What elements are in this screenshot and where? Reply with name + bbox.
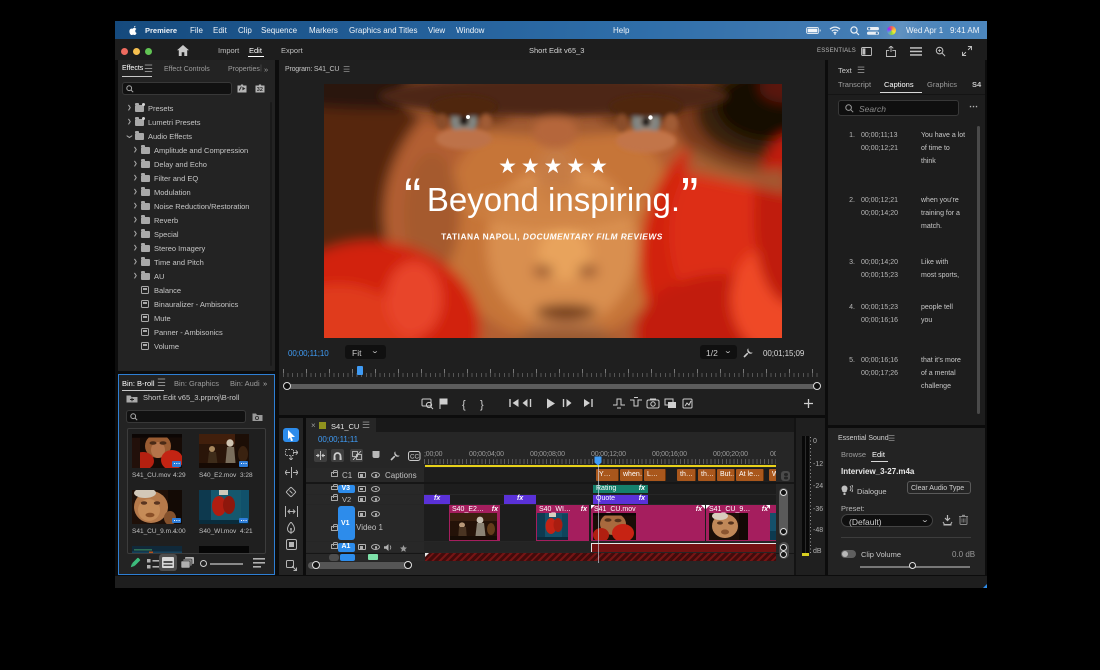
svg-text:★: ★ — [498, 155, 517, 178]
svg-text:★: ★ — [589, 155, 608, 178]
svg-text:CC: CC — [410, 453, 419, 460]
svg-text:”: ” — [681, 168, 698, 226]
svg-text:★: ★ — [521, 155, 540, 178]
svg-text:★: ★ — [566, 155, 585, 178]
svg-text:★: ★ — [544, 155, 563, 178]
svg-text:{: { — [462, 399, 466, 411]
svg-text:Beyond inspiring.: Beyond inspiring. — [427, 181, 680, 218]
svg-text:“: “ — [404, 168, 421, 226]
svg-text:TATIANA NAPOLI, DOCUMENTARY FI: TATIANA NAPOLI, DOCUMENTARY FILM REVIEWS — [441, 232, 663, 242]
svg-text:}: } — [480, 399, 484, 411]
